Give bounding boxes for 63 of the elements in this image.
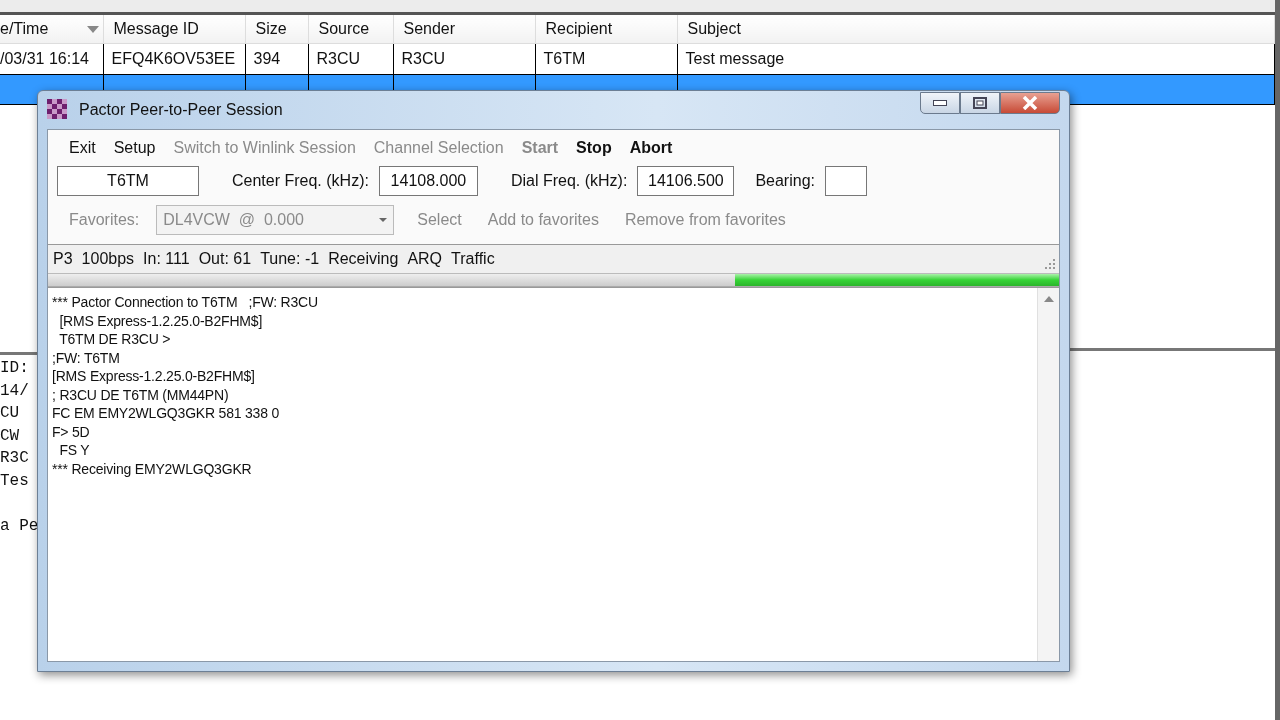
column-header[interactable]: Message ID	[103, 15, 245, 44]
dropdown-caret-icon	[379, 218, 388, 222]
window-title: Pactor Peer-to-Peer Session	[79, 101, 283, 119]
resize-grip-icon[interactable]	[1044, 258, 1056, 270]
bearing-field[interactable]	[824, 166, 867, 196]
log-line: ; R3CU DE T6TM (MM44PN)	[52, 385, 230, 404]
maximize-icon	[973, 97, 987, 109]
status-text: Out: 61	[198, 250, 252, 268]
table-cell: T6TM	[535, 43, 677, 75]
column-header[interactable]: e/Time	[0, 15, 103, 44]
status-text: 100bps	[81, 250, 135, 268]
dial-freq-field[interactable]: 14106.500	[637, 166, 735, 196]
scrollbar[interactable]	[1037, 288, 1059, 661]
detail-text: R3C	[0, 448, 30, 469]
status-text: In: 111	[143, 250, 190, 268]
status-text: Traffic	[451, 250, 495, 268]
app-icon	[47, 99, 69, 121]
scroll-up-icon	[1043, 296, 1054, 302]
detail-text: CU	[0, 403, 21, 424]
callsign-field[interactable]: T6TM	[57, 166, 199, 196]
log-line: FS Y	[58, 441, 91, 460]
column-header[interactable]: Sender	[393, 15, 535, 44]
detail-text: CW	[0, 425, 21, 447]
detail-text: Tes	[0, 470, 30, 492]
status-text: P3	[53, 250, 73, 268]
log-line: ;FW: T6TM	[52, 348, 121, 367]
menu-item[interactable]: Exit	[60, 139, 105, 157]
table-cell: R3CU	[393, 43, 535, 75]
favorites-label: Favorites:	[69, 211, 140, 229]
minimize-icon	[933, 100, 947, 106]
table-cell: /03/31 16:14	[0, 43, 103, 75]
table-cell: EFQ4K6OV53EE	[103, 43, 245, 75]
log-line: [RMS Express-1.2.25.0-B2FHM$]	[58, 311, 264, 330]
detail-text: a Pe	[0, 515, 40, 537]
center-freq-field[interactable]: 14108.000	[378, 166, 478, 196]
status-text: Tune: -1	[260, 250, 320, 268]
field-label: Center Freq. (kHz):	[232, 172, 369, 190]
close-button[interactable]	[1000, 92, 1060, 114]
log-line: T6TM DE R3CU >	[58, 330, 172, 349]
close-icon	[1022, 96, 1038, 110]
log-line: FC EM EMY2WLGQ3GKR 581 338 0	[52, 404, 281, 423]
field-label: Bearing:	[755, 172, 815, 190]
column-header[interactable]: Recipient	[535, 15, 677, 44]
log-line: *** Pactor Connection to T6TM ;FW: R3CU	[52, 293, 319, 312]
column-header[interactable]: Source	[308, 15, 393, 44]
status-text: ARQ	[407, 250, 443, 268]
detail-text: ID:	[0, 358, 30, 379]
table-cell: Test message	[677, 43, 1275, 75]
column-header[interactable]: Size	[245, 15, 308, 44]
minimize-button[interactable]	[920, 92, 960, 114]
table-cell: R3CU	[308, 43, 393, 75]
table-cell: 394	[245, 43, 308, 75]
maximize-button[interactable]	[960, 92, 1000, 114]
detail-text: 14/	[0, 380, 30, 402]
column-header[interactable]: Subject	[677, 15, 1275, 44]
status-text: Receiving	[328, 250, 399, 268]
log-line: F> 5D	[52, 422, 91, 441]
menu-item[interactable]: Stop	[567, 139, 621, 157]
field-label: Dial Freq. (kHz):	[510, 172, 628, 190]
menu-item[interactable]: Setup	[104, 139, 165, 157]
menu-item[interactable]: Abort	[620, 139, 682, 157]
log-line: *** Receiving EMY2WLGQ3GKR	[52, 459, 253, 478]
log-line: [RMS Express-1.2.25.0-B2FHM$]	[52, 367, 256, 386]
